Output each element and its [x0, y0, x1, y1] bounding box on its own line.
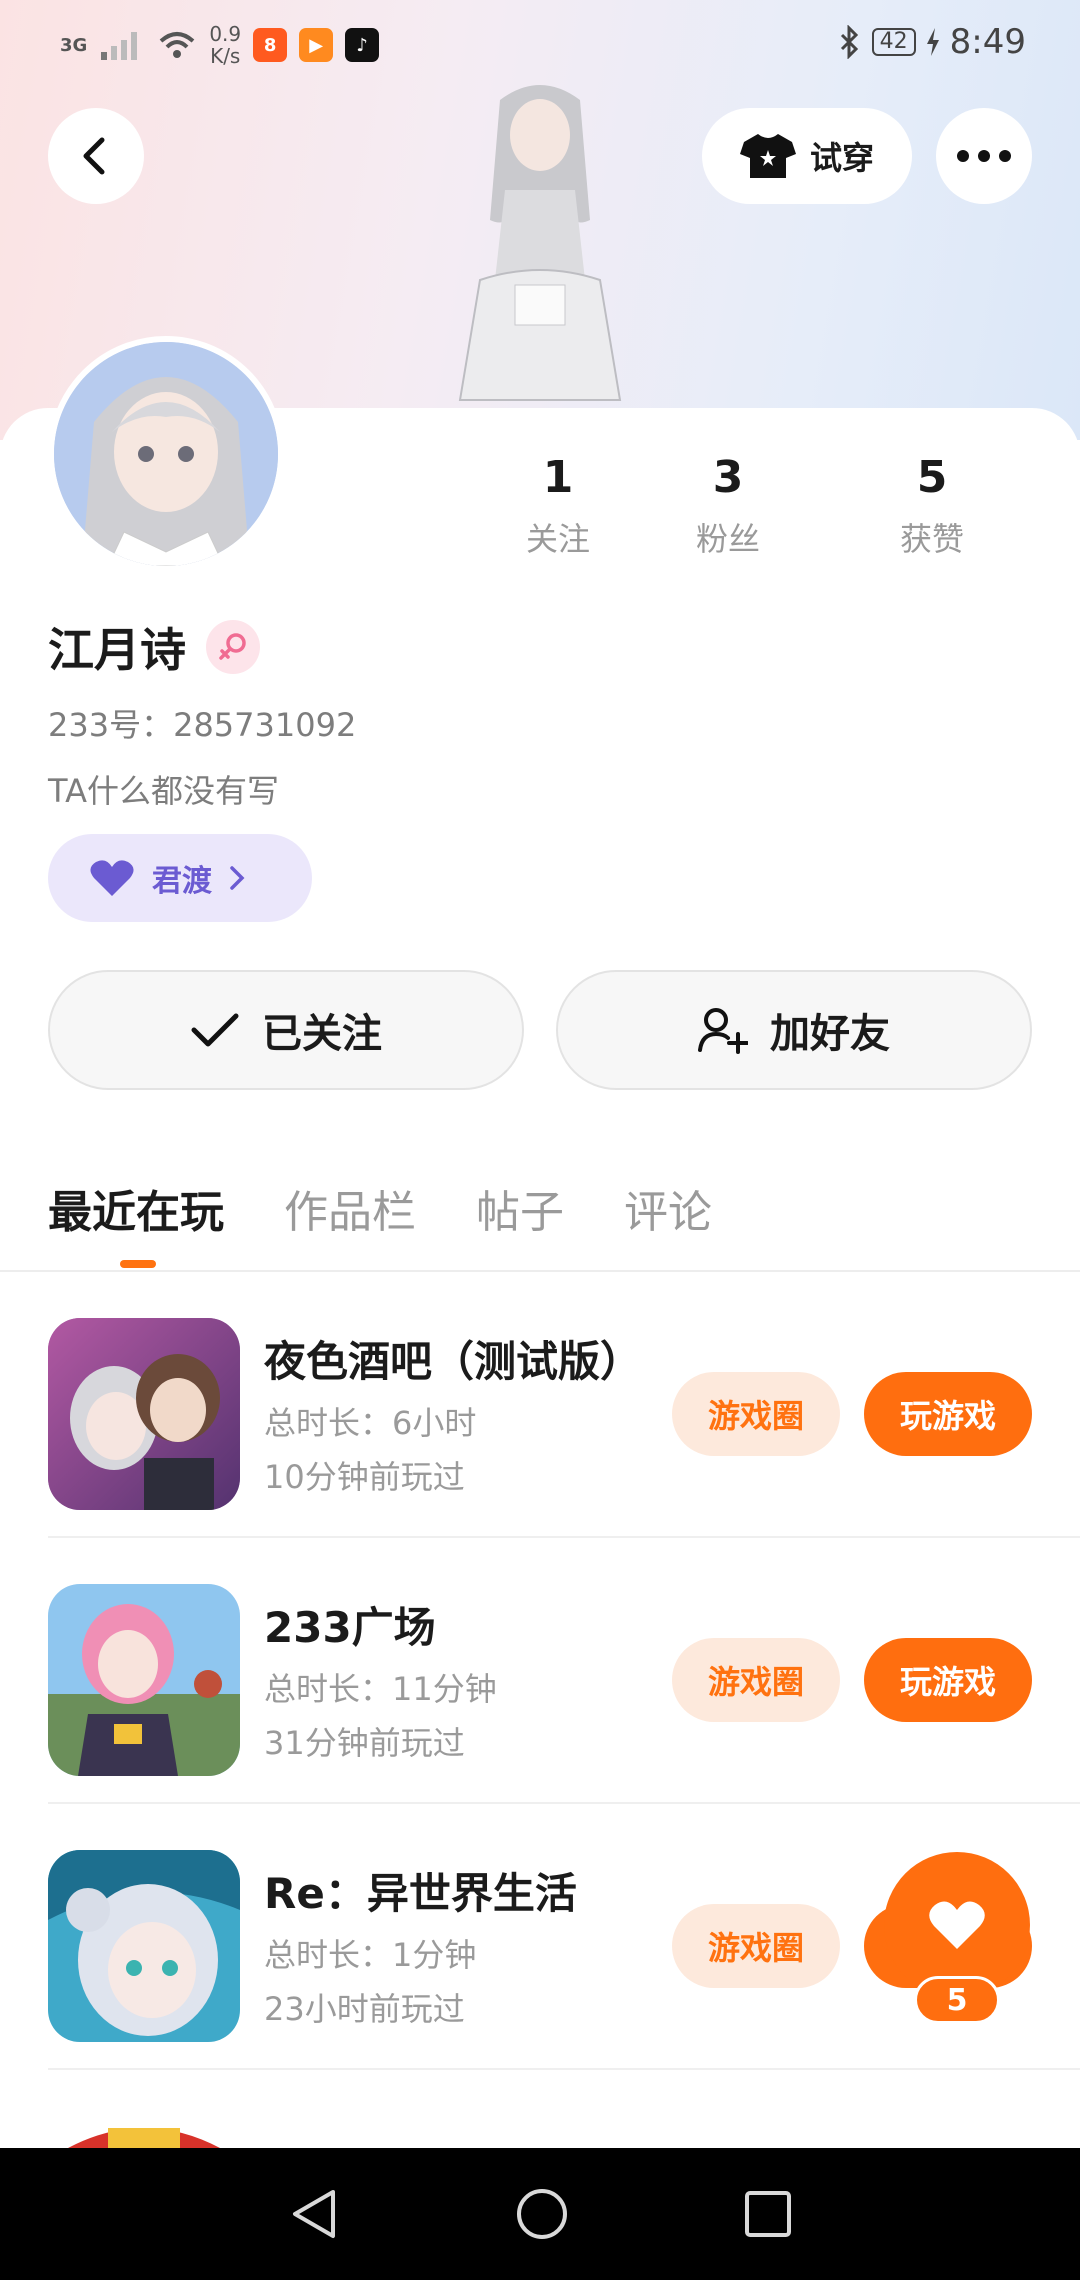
bluetooth-icon [840, 25, 858, 59]
row-divider [48, 2068, 1080, 2070]
app-notification-icon: 8 [253, 28, 288, 62]
profile-tabs: 最近在玩 作品栏 帖子 评论 [48, 1176, 712, 1240]
game-list-item-partial[interactable] [48, 2118, 1080, 2148]
avatar-3d-figure [458, 85, 622, 401]
game-title: Re：异世界生活 [264, 1869, 577, 1918]
followed-button[interactable]: 已关注 [48, 970, 524, 1090]
checkmark-icon [191, 1013, 239, 1047]
speed-value: 0.9 [209, 22, 242, 46]
stat-fans-label: 粉丝 [695, 520, 760, 558]
tiktok-icon: ♪ [345, 28, 380, 62]
relationship-tag-button[interactable]: 君渡 [48, 834, 312, 922]
video-app-icon: ▶ [299, 28, 334, 62]
system-navigation-bar [0, 2148, 1080, 2280]
game-duration: 总时长：11分钟 [264, 1670, 497, 1708]
game-circle-button[interactable]: 游戏圈 [672, 1638, 840, 1722]
network-speed: 0.9 K/s [209, 23, 241, 67]
followed-label: 已关注 [262, 1011, 382, 1057]
female-gender-icon [206, 620, 260, 674]
clock: 8:49 [949, 22, 1026, 62]
game-list-item[interactable]: 233广场 总时长：11分钟 31分钟前玩过 游戏圈 玩游戏 [48, 1538, 1080, 1804]
tab-posts[interactable]: 帖子 [476, 1176, 564, 1240]
stat-following-count: 1 [542, 452, 574, 503]
game-title: 233广场 [264, 1603, 436, 1652]
signal-icon [101, 32, 138, 60]
game-last-played: 23小时前玩过 [264, 1990, 465, 2028]
stat-likes[interactable]: 5 获赞 [830, 448, 1034, 560]
game-circle-button[interactable]: 游戏圈 [672, 1904, 840, 1988]
back-button[interactable] [48, 108, 144, 204]
stat-following-label: 关注 [525, 520, 590, 558]
profile-name: 江月诗 [48, 623, 186, 677]
user-id: 233号：285731092 [48, 706, 357, 744]
tab-works[interactable]: 作品栏 [284, 1176, 416, 1240]
game-last-played: 31分钟前玩过 [264, 1724, 465, 1762]
battery-level: 42 [871, 28, 916, 56]
game-circle-button[interactable]: 游戏圈 [672, 1372, 840, 1456]
avatar-image [54, 342, 278, 566]
game-icon [48, 1318, 240, 1510]
add-user-icon [698, 1008, 748, 1054]
game-title: 夜色酒吧（测试版） [264, 1337, 643, 1386]
add-friend-button[interactable]: 加好友 [556, 970, 1032, 1090]
more-icon [957, 150, 1011, 162]
heart-icon [929, 1901, 985, 1949]
game-last-played: 10分钟前玩过 [264, 1458, 465, 1496]
play-game-button[interactable]: 玩游戏 [864, 1372, 1032, 1456]
tab-recently-played[interactable]: 最近在玩 [48, 1176, 224, 1240]
profile-name-row: 江月诗 [48, 614, 260, 680]
nav-home-icon[interactable] [515, 2187, 569, 2241]
try-on-label: 试穿 [809, 139, 874, 177]
stat-following[interactable]: 1 关注 [490, 448, 626, 560]
add-friend-label: 加好友 [770, 1011, 890, 1057]
game-duration: 总时长：6小时 [264, 1404, 477, 1442]
active-tab-indicator [120, 1260, 156, 1268]
wifi-icon [159, 32, 195, 58]
try-on-button[interactable]: 试穿 [702, 108, 912, 204]
shirt-icon [739, 134, 796, 178]
profile-stats: 1 关注 3 粉丝 5 获赞 [490, 448, 1070, 560]
status-bar: 3G 0.9 K/s 8 ▶ ♪ 42 8:49 [0, 0, 1080, 90]
game-icon [48, 1584, 240, 1776]
like-count-badge: 5 [914, 1976, 1000, 2024]
stat-likes-label: 获赞 [899, 520, 964, 558]
game-icon [68, 2128, 220, 2148]
relationship-tag-label: 君渡 [152, 864, 212, 899]
nav-recents-icon[interactable] [743, 2189, 793, 2239]
nav-back-icon[interactable] [287, 2186, 341, 2242]
back-arrow-icon [83, 137, 105, 175]
avatar[interactable] [48, 336, 284, 572]
tab-comments[interactable]: 评论 [624, 1176, 712, 1240]
chevron-right-icon [230, 866, 245, 890]
heart-icon [90, 860, 134, 896]
network-type: 3G [60, 34, 88, 56]
game-duration: 总时长：1分钟 [264, 1936, 477, 1974]
charging-icon [926, 28, 939, 56]
speed-unit: K/s [210, 44, 241, 68]
game-list-item[interactable]: 夜色酒吧（测试版） 总时长：6小时 10分钟前玩过 游戏圈 玩游戏 [48, 1272, 1080, 1538]
more-options-button[interactable] [936, 108, 1032, 204]
stat-fans[interactable]: 3 粉丝 [626, 448, 830, 560]
stat-likes-count: 5 [916, 452, 948, 503]
stat-fans-count: 3 [712, 452, 744, 503]
game-icon [48, 1850, 240, 2042]
play-game-button[interactable]: 玩游戏 [864, 1638, 1032, 1722]
user-bio: TA什么都没有写 [48, 772, 279, 810]
